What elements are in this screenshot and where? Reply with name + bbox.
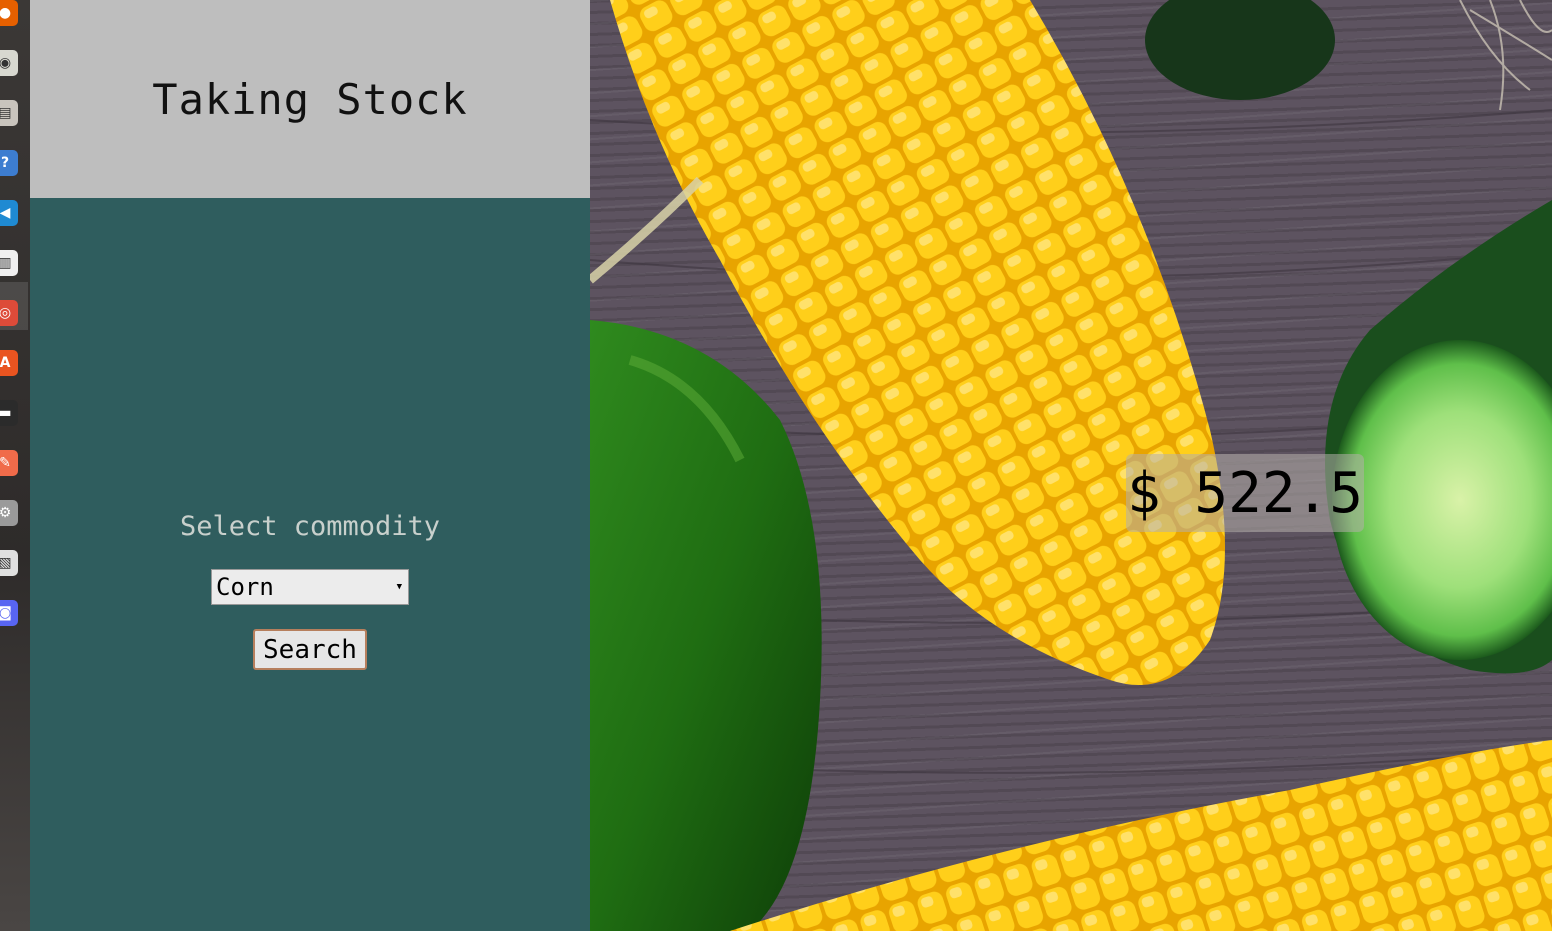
launcher-dock: ● ◉ ▤? ◀ ▥ ◎ A ▬ ✎ ⚙ ▧ ◙ [0, 0, 30, 931]
writer-icon[interactable]: ▥ [0, 250, 18, 276]
header: Taking Stock [30, 0, 590, 198]
commodity-selected-value: Corn [216, 573, 274, 601]
dropdown-arrow-icon: ▼ [396, 582, 402, 592]
commodity-select[interactable]: Corn ▼ [211, 569, 409, 605]
files-icon[interactable]: ▤ [0, 100, 18, 126]
chrome-icon[interactable]: ◎ [0, 300, 18, 326]
vscode-icon[interactable]: ◀ [0, 200, 18, 226]
help-icon[interactable]: ? [0, 150, 18, 176]
software-center-icon[interactable]: A [0, 350, 18, 376]
page-title: Taking Stock [152, 74, 468, 124]
discord-icon[interactable]: ◙ [0, 600, 18, 626]
select-commodity-label: Select commodity [179, 511, 441, 542]
price-display: $ 522.5 [1126, 454, 1364, 532]
editor-icon[interactable]: ✎ [0, 450, 18, 476]
search-panel: Select commodity Corn ▼ Search [30, 198, 590, 931]
search-button[interactable]: Search [253, 629, 367, 670]
rhythmbox-icon[interactable]: ◉ [0, 50, 18, 76]
terminal-icon[interactable]: ▬ [0, 400, 18, 426]
firefox-icon[interactable]: ● [0, 0, 18, 26]
settings-icon[interactable]: ⚙ [0, 500, 18, 526]
vegetables-image [590, 0, 1552, 931]
document-viewer-icon[interactable]: ▧ [0, 550, 18, 576]
commodity-photo: $ 522.5 [590, 0, 1552, 931]
